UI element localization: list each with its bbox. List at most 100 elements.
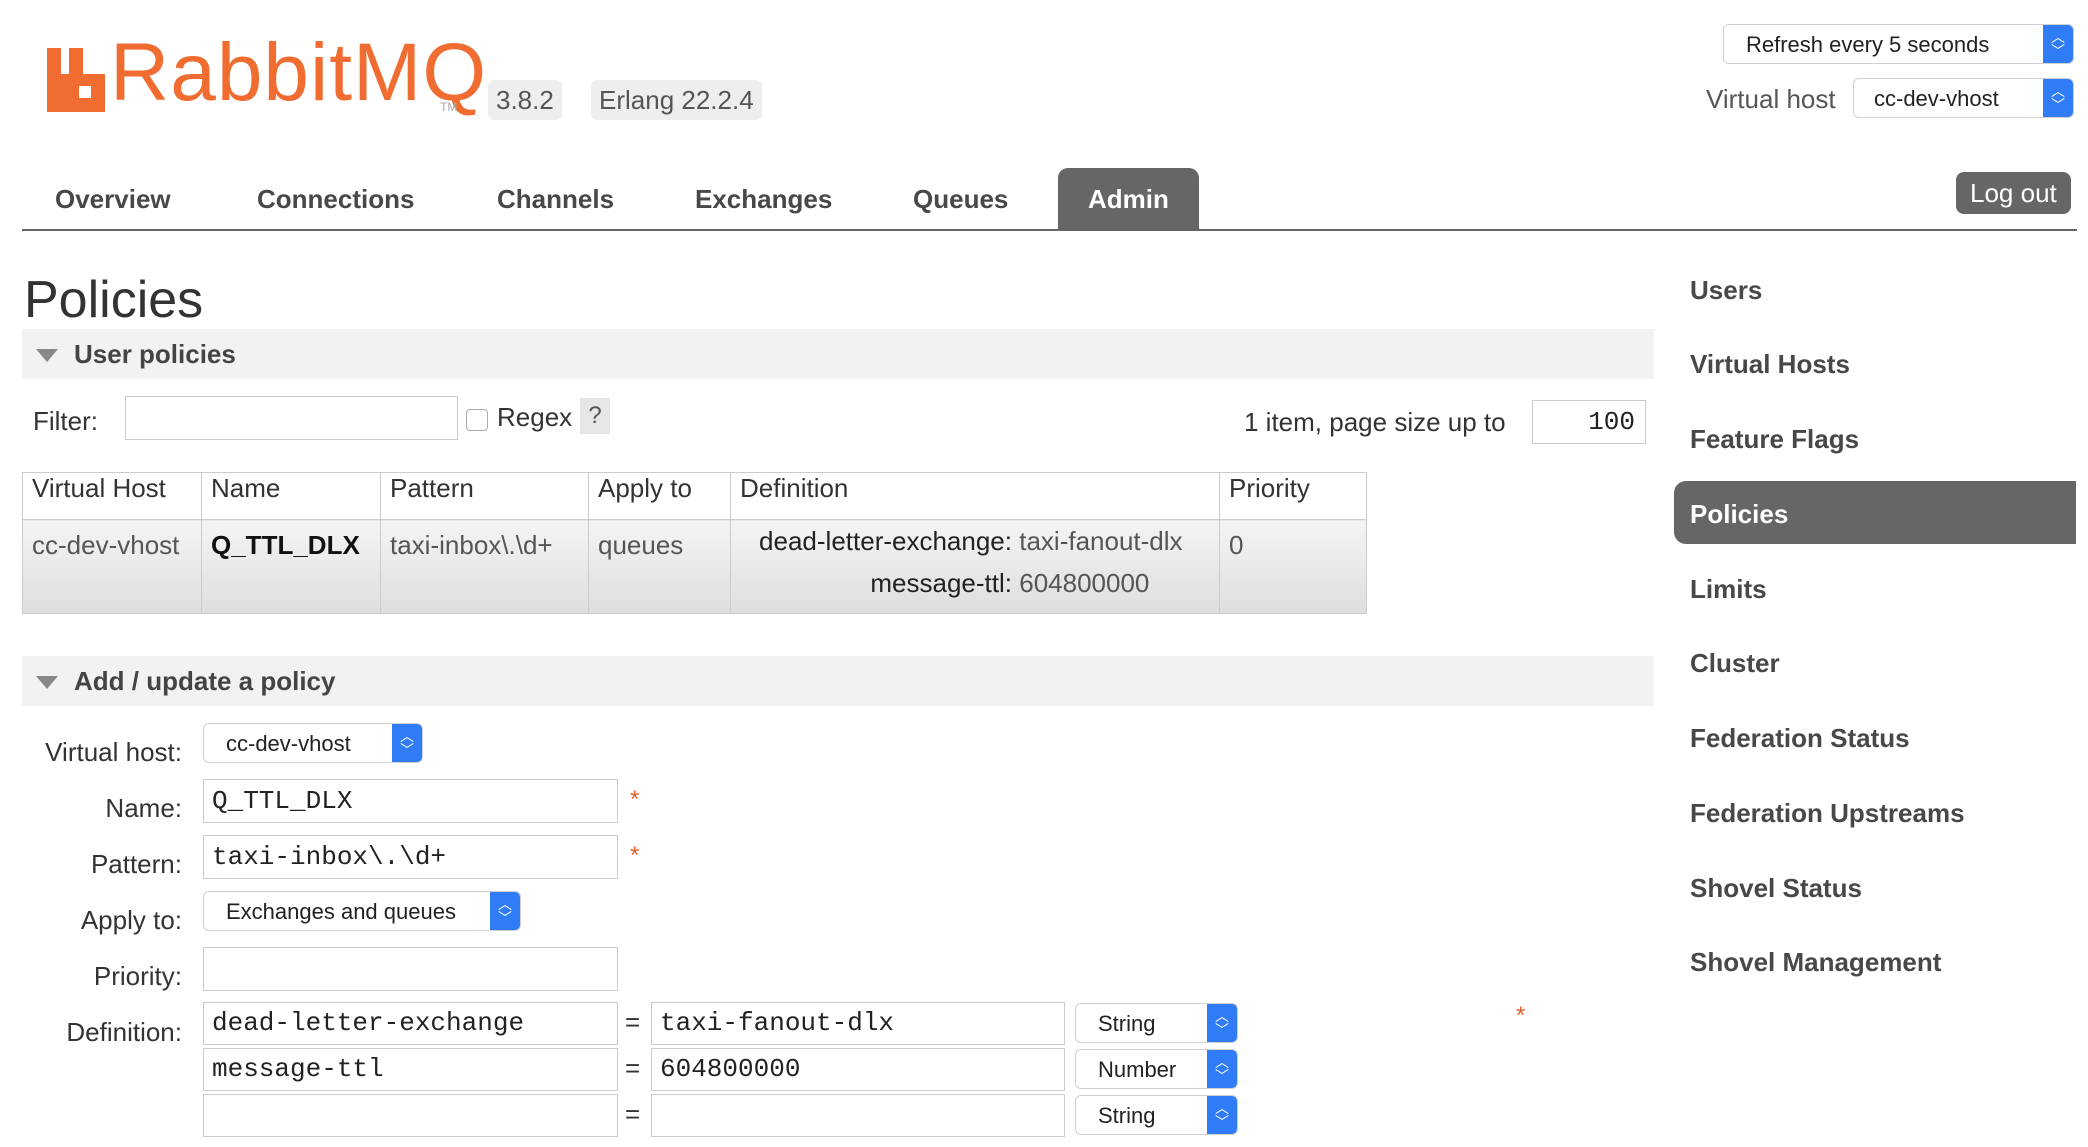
sidebar-item-federation-upstreams[interactable]: Federation Upstreams (1690, 798, 1965, 829)
required-asterisk: * (1516, 1002, 1526, 1029)
column-header-apply-to[interactable]: Apply to (588, 472, 731, 520)
page-info-label: 1 item, page size up to (1244, 407, 1506, 437)
policy-vhost-select[interactable]: cc-dev-vhost ︿ ﹀ (203, 723, 423, 763)
tab-admin[interactable]: Admin (1058, 168, 1199, 230)
policy-pattern-input[interactable]: taxi-inbox\.\d+ (203, 835, 618, 879)
page-title: Policies (24, 271, 204, 329)
policies-table: Virtual Host Name Pattern Apply to Defin… (22, 472, 1367, 614)
cell-name[interactable]: Q_TTL_DLX (201, 519, 381, 614)
policy-vhost-value: cc-dev-vhost (226, 731, 351, 756)
definition-value-input[interactable]: taxi-fanout-dlx (651, 1002, 1065, 1045)
policy-name-link[interactable]: Q_TTL_DLX (211, 530, 360, 560)
refresh-interval-value: Refresh every 5 seconds (1746, 32, 1990, 57)
vhost-select-value: cc-dev-vhost (1874, 86, 1999, 111)
user-policies-section-header[interactable]: User policies (22, 329, 1654, 379)
select-arrows-icon: ︿ ﹀ (392, 724, 422, 762)
regex-label: Regex (497, 402, 573, 432)
refresh-interval-select[interactable]: Refresh every 5 seconds ︿ ﹀ (1723, 24, 2074, 64)
vhost-label: Virtual host (1706, 84, 1836, 114)
collapse-triangle-icon (36, 676, 58, 689)
apply-to-value: Exchanges and queues (226, 899, 456, 924)
version-badge: 3.8.2 (488, 80, 562, 120)
tab-queues[interactable]: Queues (913, 168, 1008, 230)
definition-value: taxi-fanout-dlx (1019, 526, 1183, 556)
column-header-vhost[interactable]: Virtual Host (22, 472, 202, 520)
definition-value-input[interactable]: 604800000 (651, 1048, 1065, 1091)
logout-button[interactable]: Log out (1956, 172, 2071, 214)
select-arrows-icon: ︿ ﹀ (2043, 79, 2073, 117)
regex-checkbox[interactable] (466, 409, 488, 431)
sidebar-item-policies[interactable]: Policies (1690, 499, 1788, 530)
definition-type-select[interactable]: Number ︿ ﹀ (1075, 1049, 1238, 1089)
definition-key-input[interactable]: message-ttl (203, 1048, 618, 1091)
definition-key: message-ttl: (870, 568, 1012, 598)
definition-type-value: String (1098, 1103, 1156, 1128)
sidebar-item-feature-flags[interactable]: Feature Flags (1690, 424, 1859, 455)
collapse-triangle-icon (36, 349, 58, 362)
definition-value-input[interactable] (651, 1094, 1065, 1137)
tab-divider (22, 229, 2077, 231)
vhost-field-label: Virtual host: (45, 737, 182, 767)
erlang-version-badge: Erlang 22.2.4 (591, 80, 762, 120)
definition-field-label: Definition: (66, 1017, 182, 1047)
equals-sign: = (625, 1007, 641, 1037)
tab-connections[interactable]: Connections (257, 168, 414, 230)
cell-vhost: cc-dev-vhost (22, 519, 202, 614)
tab-overview[interactable]: Overview (55, 168, 171, 230)
cell-priority: 0 (1219, 519, 1367, 614)
logo-text: RabbitMQ (110, 27, 488, 118)
column-header-definition: Definition (730, 472, 1220, 520)
rabbitmq-logo-icon (47, 48, 105, 112)
sidebar-item-federation-status[interactable]: Federation Status (1690, 723, 1910, 754)
sidebar-item-virtual-hosts[interactable]: Virtual Hosts (1690, 349, 1850, 380)
required-asterisk: * (630, 786, 640, 813)
regex-help-button[interactable]: ? (580, 398, 610, 434)
filter-input[interactable] (125, 396, 458, 440)
definition-key-input[interactable] (203, 1094, 618, 1137)
definition-entry: message-ttl: 604800000 (740, 562, 1210, 604)
vhost-select[interactable]: cc-dev-vhost ︿ ﹀ (1853, 78, 2074, 118)
priority-field-label: Priority: (93, 961, 182, 991)
page-size-input[interactable]: 100 (1532, 400, 1646, 444)
equals-sign: = (625, 1053, 641, 1083)
sidebar-item-users[interactable]: Users (1690, 275, 1762, 306)
select-arrows-icon: ︿ ﹀ (1207, 1004, 1237, 1042)
apply-to-field-label: Apply to: (80, 905, 182, 935)
definition-value: 604800000 (1019, 568, 1150, 598)
definition-type-select[interactable]: String ︿ ﹀ (1075, 1095, 1238, 1135)
column-header-priority[interactable]: Priority (1219, 472, 1367, 520)
definition-key-input[interactable]: dead-letter-exchange (203, 1002, 618, 1045)
select-arrows-icon: ︿ ﹀ (2043, 25, 2073, 63)
pattern-field-label: Pattern: (90, 849, 182, 879)
section-label: Add / update a policy (74, 666, 336, 696)
definition-type-value: Number (1098, 1057, 1177, 1082)
select-arrows-icon: ︿ ﹀ (1207, 1050, 1237, 1088)
policy-priority-input[interactable] (203, 947, 618, 991)
table-row[interactable]: cc-dev-vhost Q_TTL_DLX taxi-inbox\.\d+ q… (22, 519, 1367, 614)
policy-name-input[interactable]: Q_TTL_DLX (203, 779, 618, 823)
select-arrows-icon: ︿ ﹀ (1207, 1096, 1237, 1134)
sidebar-item-shovel-status[interactable]: Shovel Status (1690, 873, 1862, 904)
section-label: User policies (74, 339, 236, 369)
required-asterisk: * (630, 842, 640, 869)
sidebar-item-cluster[interactable]: Cluster (1690, 648, 1780, 679)
definition-type-select[interactable]: String ︿ ﹀ (1075, 1003, 1238, 1043)
sidebar-item-limits[interactable]: Limits (1690, 574, 1767, 605)
tab-exchanges[interactable]: Exchanges (695, 168, 832, 230)
apply-to-select[interactable]: Exchanges and queues ︿ ﹀ (203, 891, 521, 931)
add-policy-section-header[interactable]: Add / update a policy (22, 656, 1654, 706)
cell-pattern: taxi-inbox\.\d+ (380, 519, 589, 614)
cell-apply-to: queues (588, 519, 731, 614)
logo-trademark: TM (440, 100, 458, 114)
cell-definition: dead-letter-exchange: taxi-fanout-dlx me… (730, 519, 1220, 614)
sidebar-item-shovel-management[interactable]: Shovel Management (1690, 947, 1941, 978)
column-header-pattern[interactable]: Pattern (380, 472, 589, 520)
tab-channels[interactable]: Channels (497, 168, 614, 230)
select-arrows-icon: ︿ ﹀ (490, 892, 520, 930)
equals-sign: = (625, 1099, 641, 1129)
definition-key: dead-letter-exchange: (759, 526, 1012, 556)
definition-entry: dead-letter-exchange: taxi-fanout-dlx (740, 520, 1210, 562)
column-header-name[interactable]: Name (201, 472, 381, 520)
definition-type-value: String (1098, 1011, 1156, 1036)
filter-label: Filter: (33, 406, 98, 436)
